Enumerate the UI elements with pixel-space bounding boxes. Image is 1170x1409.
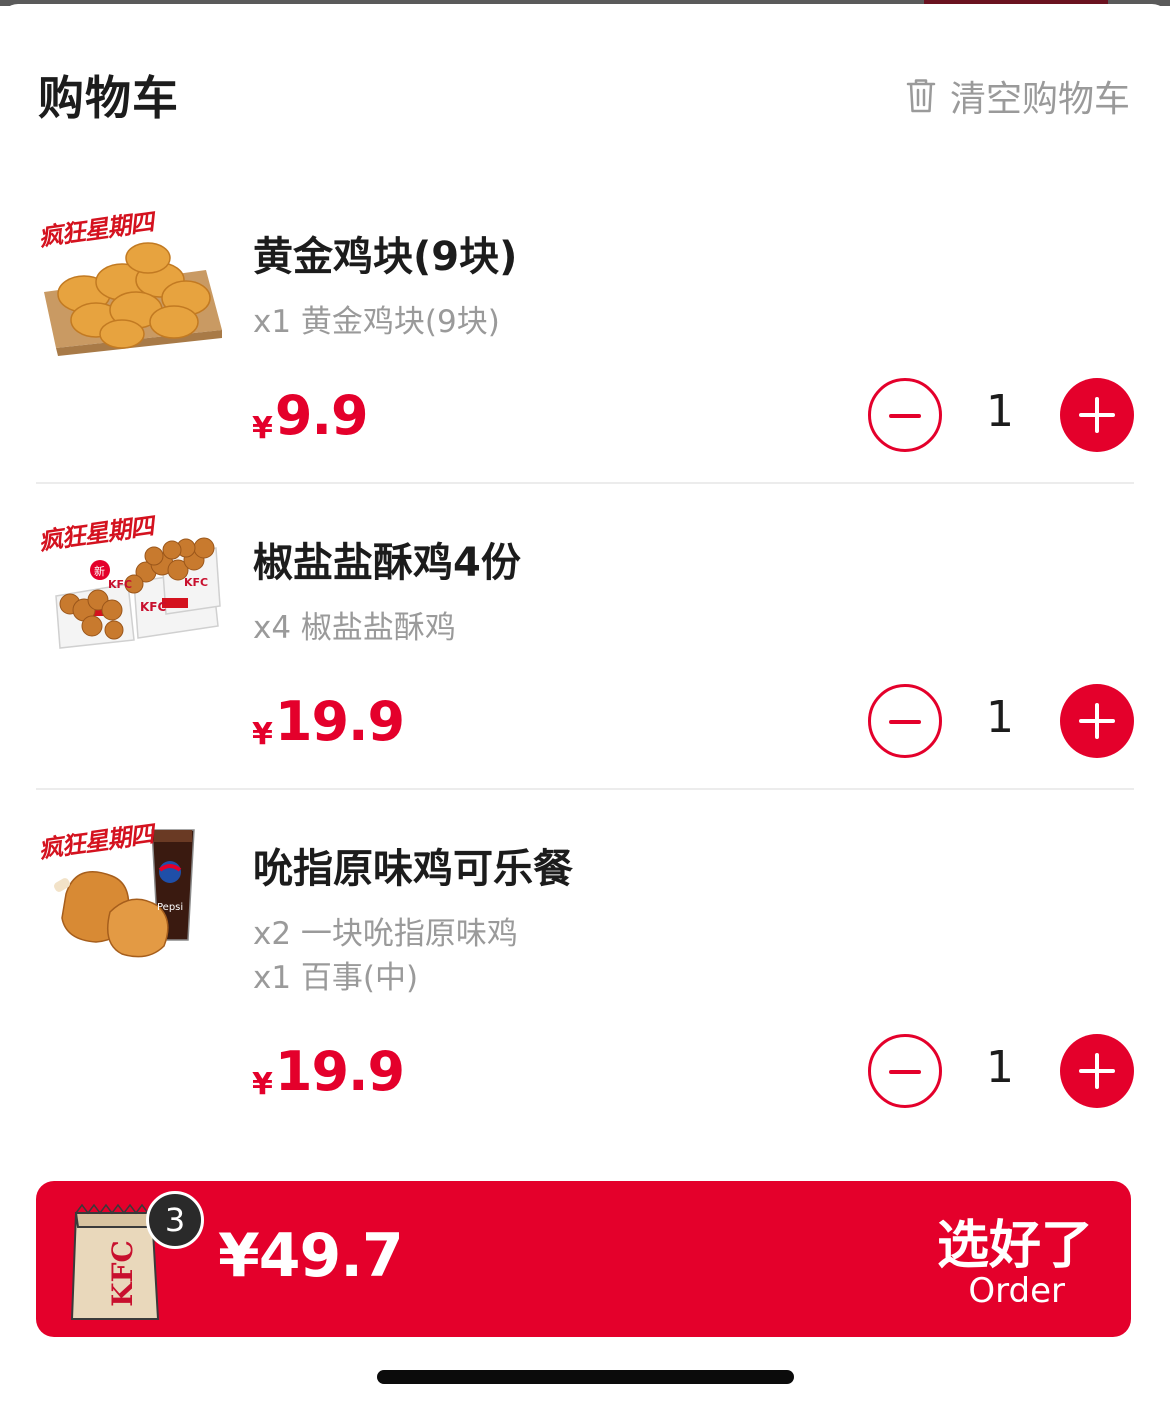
currency-symbol: ¥ [252,717,273,752]
quantity-stepper: 1 [868,1034,1134,1108]
cart-count-badge: 3 [146,1191,204,1249]
kfc-box-label: KFC [184,576,209,589]
item-name: 黄金鸡块(9块) [253,234,518,280]
quantity-stepper: 1 [868,684,1134,758]
checkout-bar[interactable]: KFC 3 ¥49.7 选好了 Order [36,1181,1131,1337]
quantity-value: 1 [986,386,1014,437]
pepsi-label: Pepsi [157,902,184,913]
kfc-bag-label: KFC [105,1240,139,1307]
increase-quantity-button[interactable] [1060,378,1134,452]
order-button[interactable]: 选好了 Order [923,1203,1103,1315]
quantity-value: 1 [986,1042,1014,1093]
increase-quantity-button[interactable] [1060,1034,1134,1108]
item-desc-line: x1 黄金鸡块(9块) [253,304,500,340]
item-price: ¥19.9 [252,690,405,753]
clear-cart-button[interactable]: 清空购物车 [906,70,1130,122]
order-label-zh: 选好了 [936,1216,1093,1276]
currency-symbol: ¥ [252,1067,273,1102]
item-desc-line: x2 一块吮指原味鸡 [253,916,518,952]
decrease-quantity-button[interactable] [868,378,942,452]
price-amount: 19.9 [274,1040,405,1103]
kfc-box-label: KFC [140,600,167,614]
increase-quantity-button[interactable] [1060,684,1134,758]
item-divider [36,482,1134,484]
quantity-stepper: 1 [868,378,1134,452]
item-name: 吮指原味鸡可乐餐 [253,846,573,892]
price-amount: 9.9 [274,384,369,447]
item-divider [36,788,1134,790]
kfc-box-label: KFC [108,578,133,591]
page-title: 购物车 [38,71,179,125]
item-name: 椒盐盐酥鸡4份 [253,540,521,586]
item-image-chicken-cola: 疯狂星期四 Pepsi [36,819,224,972]
clear-cart-label: 清空购物车 [949,79,1130,120]
new-badge: 新 [94,565,105,578]
trash-icon [906,79,936,113]
item-desc-line: x1 百事(中) [253,960,419,996]
currency-symbol: ¥ [252,411,273,446]
cart-total: ¥49.7 [218,1221,404,1291]
item-image-popcorn-chicken: 疯狂星期四 KFC KFC KFC 新 [36,511,224,664]
item-desc-line: x4 椒盐盐酥鸡 [253,610,456,646]
quantity-value: 1 [986,692,1014,743]
decrease-quantity-button[interactable] [868,1034,942,1108]
home-indicator[interactable] [377,1370,794,1384]
order-label-en: Order [968,1271,1065,1311]
decrease-quantity-button[interactable] [868,684,942,758]
item-image-nuggets: 疯狂星期四 [36,207,224,360]
price-amount: 19.9 [274,690,405,753]
item-price: ¥19.9 [252,1040,405,1103]
item-price: ¥9.9 [252,384,369,447]
